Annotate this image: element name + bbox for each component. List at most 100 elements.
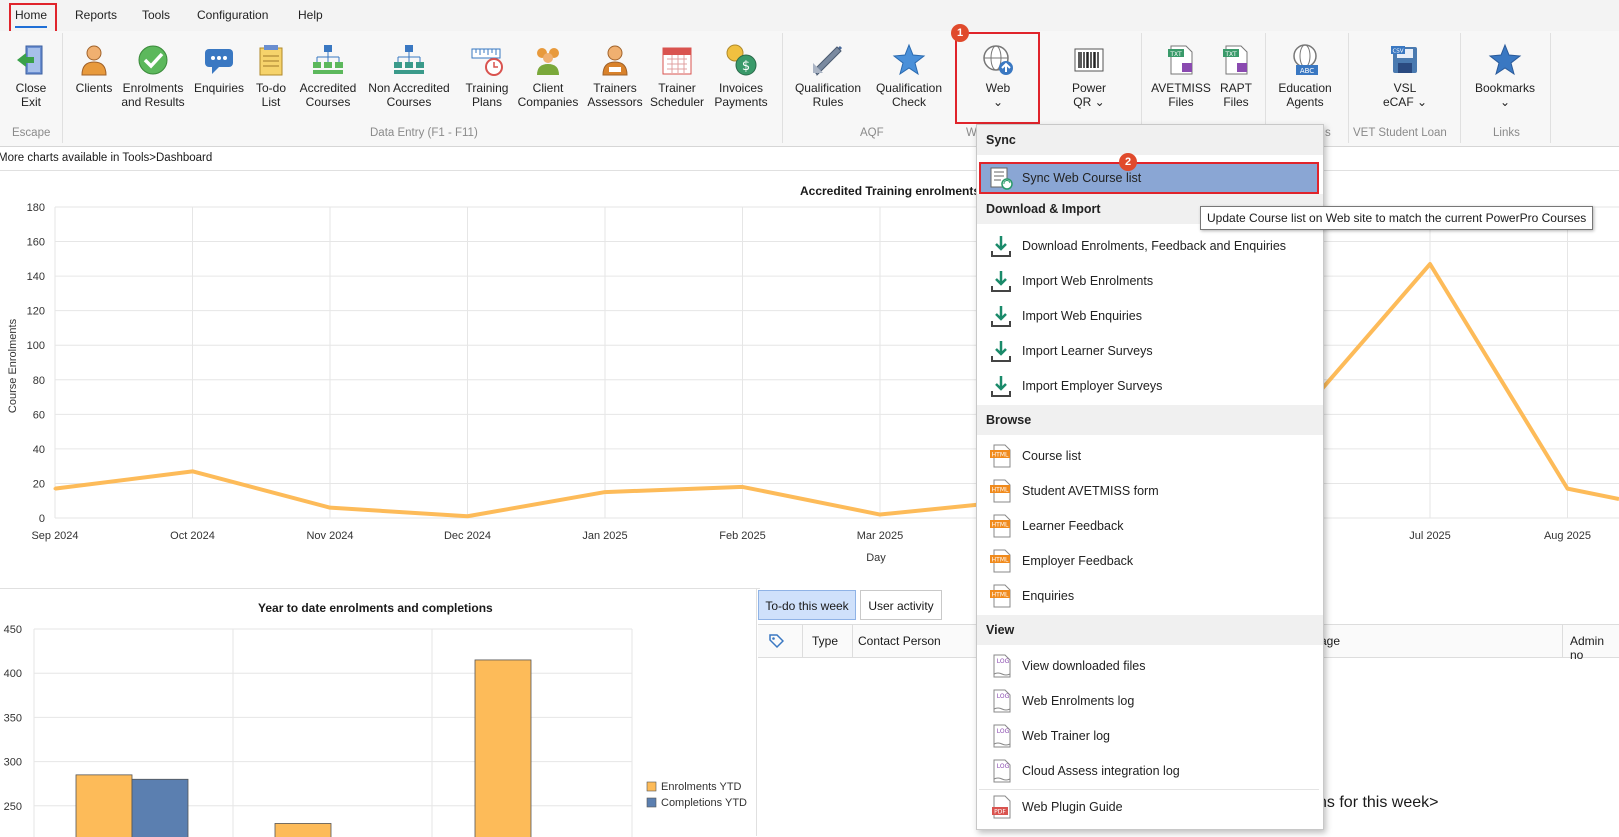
menu-item-enquiries[interactable]: HTML Enquiries [979,580,1319,612]
menu-item-student-avetmiss-form[interactable]: HTML Student AVETMISS form [979,475,1319,507]
data-point [741,485,744,489]
svg-text:HTML: HTML [992,557,1009,564]
x-tick-label: Mar 2025 [857,530,903,542]
group-label-escape: Escape [12,127,51,139]
menu-item-employer-feedback[interactable]: HTML Employer Feedback [979,545,1319,577]
clients-button[interactable]: Clients [72,43,116,95]
data-point [878,513,882,517]
svg-text:$: $ [742,59,750,74]
todo-empty-message: ns for this week> [1318,794,1439,811]
x-tick-label: Jan 2025 [582,530,627,542]
accredited-courses-button[interactable]: Accredited Courses [297,43,359,109]
line-chart: 0 20 40 60 80 100 120 140 160 180 Sep 2024 Oct 2024… [7,202,1619,564]
globe-upload-icon [983,45,1013,75]
todo-list-button[interactable]: To-do List [251,43,291,109]
avetmiss-files-button[interactable]: TXT AVETMISS Files [1150,43,1212,109]
bar-enrolments [474,659,532,837]
menu-item-web-trainer-log[interactable]: LOG Web Trainer log [979,720,1319,752]
y-tick-label: 140 [27,271,45,283]
people-group-icon [537,48,559,75]
bookmarks-button[interactable]: Bookmarks ⌄ [1468,43,1542,109]
training-plans-button[interactable]: Training Plans [462,43,512,109]
power-qr-button[interactable]: Power QR ⌄ [1048,43,1130,109]
non-accredited-courses-button[interactable]: Non Accredited Courses [366,43,452,109]
download-icon [991,236,1011,257]
qualification-check-button[interactable]: Qualification Check [870,43,948,109]
column-admin-notes[interactable]: Admin no [1570,634,1619,662]
svg-text:TXT: TXT [1224,51,1237,58]
group-separator [782,33,783,143]
data-point [1566,487,1569,491]
legend-label: Enrolments YTD [661,781,742,793]
menu-reports[interactable]: Reports [75,8,117,22]
status-hint: More charts available in Tools>Dashboard [0,152,213,164]
bookmark-star-icon [1488,43,1522,76]
bar-chart: 200250300350400450Enrolments YTDCompleti… [4,624,747,837]
web-button[interactable]: Web ⌄ [958,43,1038,109]
star-icon [892,43,926,76]
menu-item-view-downloaded-files[interactable]: LOG View downloaded files [979,650,1319,682]
y-tick-label: 400 [4,668,22,680]
html-file-icon: HTML [990,514,1011,538]
y-tick-label: 180 [27,202,45,214]
rapt-files-button[interactable]: TXT RAPT Files [1214,43,1258,109]
trainers-assessors-button[interactable]: Trainers Assessors [586,43,644,109]
menu-item-web-enrolments-log[interactable]: LOG Web Enrolments log [979,685,1319,717]
group-label-files: s [1325,127,1331,139]
checkmark-icon [138,45,168,75]
enrolments-button[interactable]: Enrolments and Results [121,43,185,109]
y-tick-label: 350 [4,712,22,724]
menu-configuration[interactable]: Configuration [197,8,268,22]
html-file-icon: HTML [990,549,1011,573]
menu-item-learner-feedback[interactable]: HTML Learner Feedback [979,510,1319,542]
y-tick-label: 450 [4,624,22,636]
qualification-rules-button[interactable]: Qualification Rules [792,43,864,109]
menu-item-import-learner-surveys[interactable]: Import Learner Surveys [979,335,1319,367]
menu-item-download-enrolments[interactable]: Download Enrolments, Feedback and Enquir… [979,230,1319,262]
svg-text:PDF: PDF [994,809,1006,816]
x-tick-label: Aug 2025 [1544,530,1591,542]
menu-tools[interactable]: Tools [142,8,170,22]
enquiries-button[interactable]: Enquiries [193,43,245,95]
line-chart-panel: Accredited Training enrolments 0 20 40 60 80… [0,170,1619,589]
svg-text:LOG: LOG [997,693,1010,700]
download-icon [991,341,1011,362]
vsl-ecaf-button[interactable]: CSV VSL eCAF ⌄ [1370,43,1440,109]
person-icon [81,45,107,76]
menu-item-sync-web-course-list[interactable]: Sync Web Course list [979,162,1319,194]
pen-ruler-icon [813,45,843,76]
x-tick-label: Nov 2024 [306,530,353,542]
html-file-icon: HTML [990,584,1011,608]
menu-help[interactable]: Help [298,8,323,22]
log-file-icon: LOG [993,724,1011,748]
sync-tooltip: Update Course list on Web site to match … [1200,206,1594,230]
invoices-payments-button[interactable]: $ Invoices Payments [712,43,770,109]
group-separator [1550,33,1551,143]
sync-list-icon [990,167,1013,190]
section-header-view: View [977,615,1323,645]
client-companies-button[interactable]: Client Companies [516,43,580,109]
svg-text:LOG: LOG [997,728,1010,735]
menu-item-web-plugin-guide[interactable]: PDF Web Plugin Guide [979,791,1319,823]
pdf-file-icon: PDF [992,795,1011,819]
menu-item-import-web-enrolments[interactable]: Import Web Enrolments [979,265,1319,297]
menu-item-import-web-enquiries[interactable]: Import Web Enquiries [979,300,1319,332]
html-file-icon: HTML [990,444,1011,468]
close-exit-button[interactable]: Close Exit [10,43,52,109]
tab-user-activity[interactable]: User activity [860,590,942,620]
svg-text:LOG: LOG [997,658,1010,665]
column-contact-person[interactable]: Contact Person [858,634,941,648]
menu-item-cloud-assess-log[interactable]: LOG Cloud Assess integration log [979,755,1319,787]
column-type[interactable]: Type [812,634,838,648]
data-point [53,487,57,491]
x-tick-label: Sep 2024 [31,530,78,542]
education-agents-button[interactable]: ABC Education Agents [1272,43,1338,109]
line-series-enrolments [54,262,1619,519]
menu-item-course-list[interactable]: HTML Course list [979,440,1319,472]
data-point [603,490,607,494]
trainer-scheduler-button[interactable]: Trainer Scheduler [648,43,706,109]
menu-divider [979,789,1319,790]
tab-todo-this-week[interactable]: To-do this week [758,590,856,620]
menu-item-import-employer-surveys[interactable]: Import Employer Surveys [979,370,1319,402]
y-tick-label: 250 [4,801,22,813]
